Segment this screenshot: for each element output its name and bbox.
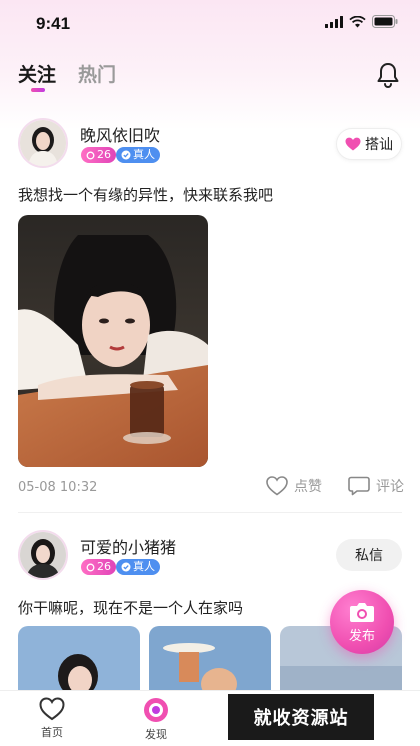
post-photo[interactable]	[149, 626, 271, 696]
age-badge: 26	[81, 559, 116, 575]
post-photo-image	[149, 626, 271, 696]
verified-badge: 真人	[116, 559, 160, 575]
nav-home-label: 首页	[41, 726, 63, 739]
discover-icon	[144, 698, 168, 722]
avatar[interactable]	[18, 530, 68, 580]
active-tab-indicator	[31, 88, 45, 92]
nav-discover-label: 发现	[145, 728, 167, 741]
watermark-logo: 就收资源站	[228, 694, 374, 740]
post-photo-image	[18, 626, 140, 696]
wifi-icon	[349, 15, 366, 27]
female-icon	[86, 563, 95, 571]
status-time: 9:41	[36, 14, 71, 33]
tab-popular-label: 热门	[78, 64, 117, 86]
tab-popular[interactable]: 热门	[78, 60, 116, 87]
username[interactable]: 可爱的小猪猪	[80, 534, 176, 558]
camera-icon	[350, 602, 374, 622]
bell-icon	[377, 63, 399, 88]
battery-icon	[372, 15, 398, 28]
notification-button[interactable]	[376, 62, 400, 92]
message-button-label: 私信	[355, 548, 383, 564]
nav-discover[interactable]: 发现	[126, 697, 186, 742]
publish-button[interactable]: 发布	[330, 590, 394, 654]
check-icon	[121, 562, 131, 572]
tab-following[interactable]: 关注	[18, 60, 57, 92]
feed-tabs: 关注 热门	[18, 60, 116, 92]
age-value: 26	[97, 560, 111, 573]
post-text: 你干嘛呢，现在不是一个人在家吗	[18, 599, 244, 617]
nav-home[interactable]: 首页	[22, 697, 82, 740]
signal-icon	[325, 15, 343, 28]
message-button[interactable]: 私信	[336, 539, 402, 571]
heart-icon	[39, 697, 65, 721]
status-icons	[325, 15, 398, 28]
verified-label: 真人	[133, 560, 155, 573]
post-photo[interactable]	[18, 626, 140, 696]
publish-label: 发布	[348, 628, 375, 644]
tab-following-label: 关注	[18, 64, 57, 86]
avatar-image	[20, 532, 66, 578]
status-bar: 9:41	[0, 0, 420, 48]
